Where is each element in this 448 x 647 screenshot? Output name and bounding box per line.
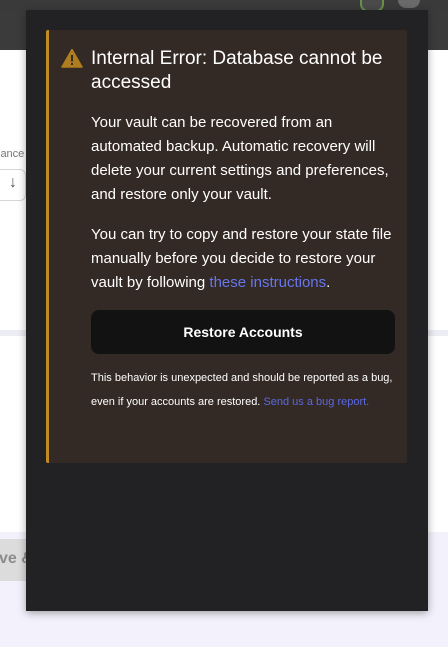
arrow-down-icon: ↓ (9, 174, 17, 191)
browser-profile-button[interactable] (398, 0, 420, 8)
error-description: Your vault can be recovered from an auto… (91, 114, 389, 203)
restore-accounts-button[interactable]: Restore Accounts (91, 310, 395, 354)
balance-label: lance (0, 148, 25, 160)
browser-toolbar (0, 0, 448, 12)
extension-popup: Internal Error: Database cannot be acces… (26, 10, 428, 611)
error-card: Internal Error: Database cannot be acces… (46, 30, 407, 463)
error-title: Internal Error: Database cannot be acces… (91, 48, 383, 93)
manual-restore-suffix: . (326, 274, 331, 291)
manual-restore-text: You can try to copy and restore your sta… (91, 223, 396, 295)
instructions-link[interactable]: these instructions (209, 274, 326, 291)
bug-report-link[interactable]: Send us a bug report. (263, 396, 369, 408)
warning-triangle-icon (61, 48, 83, 68)
receive-button[interactable]: ↓ (0, 169, 26, 201)
bug-report-note: This behavior is unexpected and should b… (91, 366, 396, 414)
